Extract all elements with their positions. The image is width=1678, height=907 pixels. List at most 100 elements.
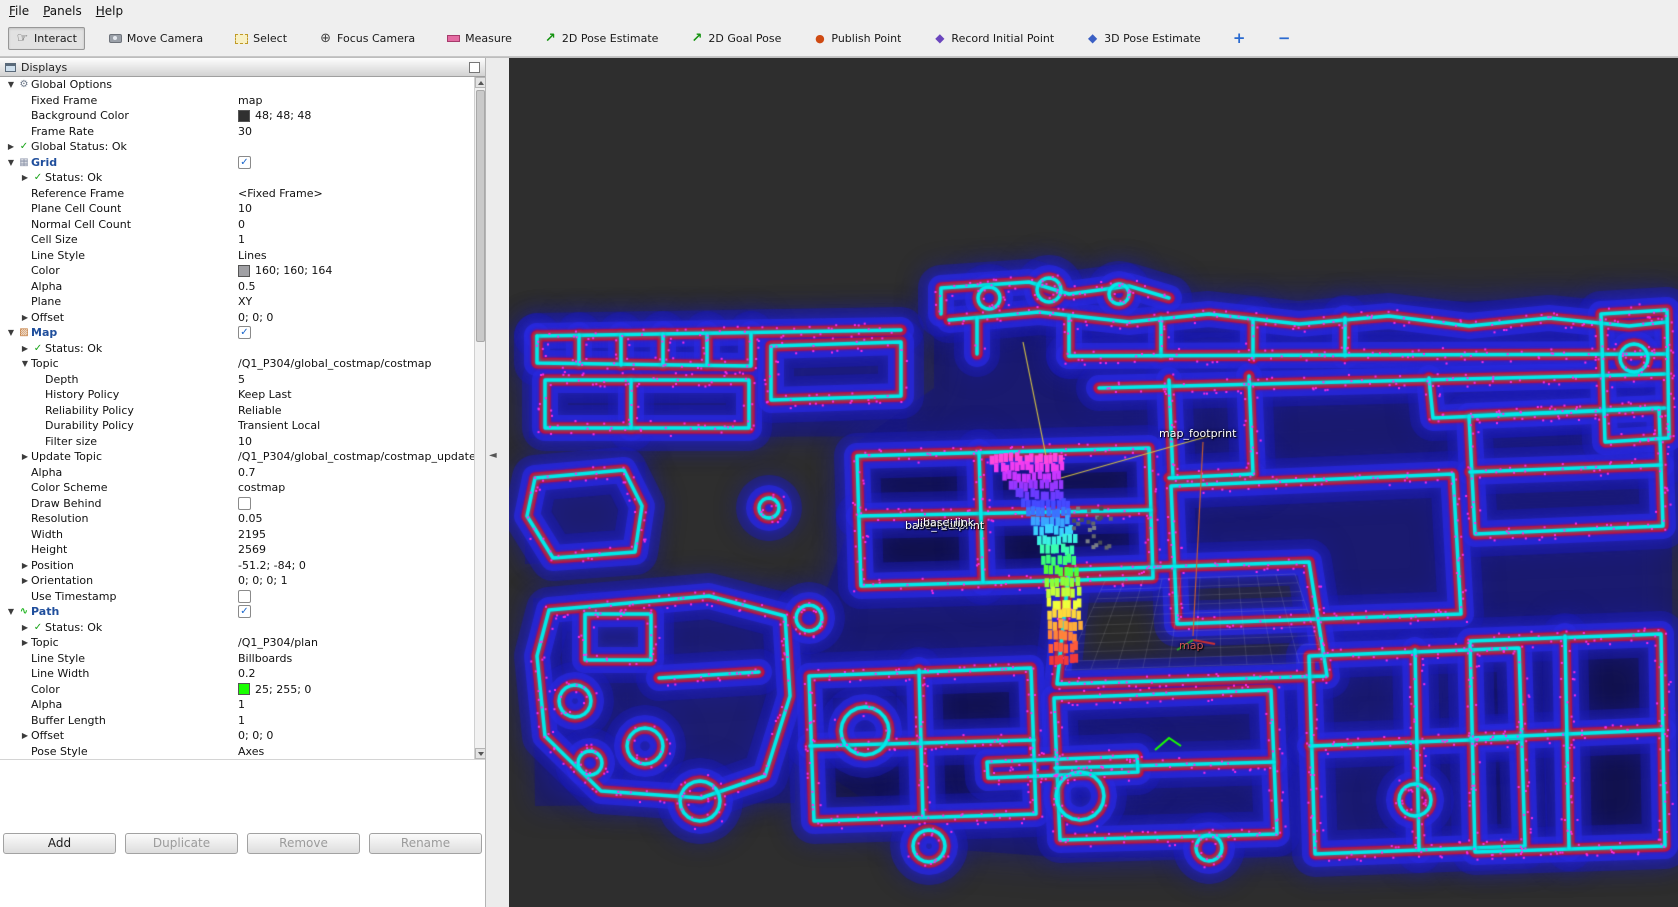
displays-panel-titlebar[interactable]: Displays [0,58,485,77]
tree-row-history-policy[interactable]: History Policy Keep Last [0,387,474,403]
menu-help[interactable]: Help [89,2,130,20]
check-icon: ✓ [19,141,29,153]
panel-splitter[interactable]: ◄ [486,58,509,907]
tree-row-alpha[interactable]: Alpha 0.7 [0,465,474,481]
property-label: Update Topic [31,450,103,464]
tree-row-alpha[interactable]: Alpha 1 [0,697,474,713]
tree-row-alpha[interactable]: Alpha 0.5 [0,279,474,295]
expander-icon[interactable]: ▼ [5,328,17,337]
tree-row-map[interactable]: ▼ ▨ Map ✓ [0,325,474,341]
expander-icon[interactable]: ▼ [5,607,17,616]
splitter-collapse-icon[interactable]: ◄ [489,450,497,461]
tree-row-fixed-frame[interactable]: Fixed Frame map [0,93,474,109]
tool-record-initial-point[interactable]: ◆ Record Initial Point [925,27,1062,50]
tree-row-line-style[interactable]: Line Style Billboards [0,651,474,667]
expander-icon[interactable]: ▼ [19,359,31,368]
expander-icon[interactable]: ▶ [19,344,31,353]
tree-row-reference-frame[interactable]: Reference Frame <Fixed Frame> [0,186,474,202]
expander-icon[interactable]: ▼ [5,80,17,89]
tree-row-cell-size[interactable]: Cell Size 1 [0,232,474,248]
tool-interact[interactable]: ☞ Interact [8,27,85,50]
expander-icon[interactable]: ▶ [19,173,31,182]
property-value: 1 [238,233,245,247]
tool-3d-pose-estimate[interactable]: ◆ 3D Pose Estimate [1078,27,1209,50]
tree-row-plane-cell-count[interactable]: Plane Cell Count 10 [0,201,474,217]
property-value: 0; 0; 0 [238,729,274,743]
tree-row-height[interactable]: Height 2569 [0,542,474,558]
tree-row-depth[interactable]: Depth 5 [0,372,474,388]
scrollbar-up-button[interactable] [475,77,485,88]
tree-row-line-style[interactable]: Line Style Lines [0,248,474,264]
tool-2d-goal-pose[interactable]: ↗ 2D Goal Pose [682,27,789,50]
tree-row-orientation[interactable]: ▶ Orientation 0; 0; 0; 1 [0,573,474,589]
tree-row-normal-cell-count[interactable]: Normal Cell Count 0 [0,217,474,233]
checkbox-checked[interactable]: ✓ [238,605,251,619]
tree-row-pose-style[interactable]: Pose Style Axes [0,744,474,760]
expander-icon[interactable]: ▼ [5,158,17,167]
expander-icon[interactable]: ▶ [19,623,31,632]
property-label: Status: Ok [45,341,103,355]
tree-row-global-status-ok[interactable]: ▶ ✓ Global Status: Ok [0,139,474,155]
tool-[interactable]: + [1225,27,1254,50]
3d-viewport[interactable]: map_footprint base_footprint lidar_link bas… [509,58,1678,907]
tree-row-draw-behind[interactable]: Draw Behind [0,496,474,512]
tree-row-position[interactable]: ▶ Position -51.2; -84; 0 [0,558,474,574]
tree-row-offset[interactable]: ▶ Offset 0; 0; 0 [0,728,474,744]
tree-row-background-color[interactable]: Background Color 48; 48; 48 [0,108,474,124]
menu-panels[interactable]: Panels [36,2,89,20]
tree-row-resolution[interactable]: Resolution 0.05 [0,511,474,527]
color-swatch[interactable] [238,264,250,277]
tree-row-global-options[interactable]: ▼ ⚙ Global Options [0,77,474,93]
color-swatch[interactable] [238,109,250,122]
tree-row-status-ok[interactable]: ▶ ✓ Status: Ok [0,620,474,636]
tree-row-color[interactable]: Color 160; 160; 164 [0,263,474,279]
tree-row-plane[interactable]: Plane XY [0,294,474,310]
checkbox-unchecked[interactable] [238,496,251,510]
tree-row-status-ok[interactable]: ▶ ✓ Status: Ok [0,170,474,186]
tree-scrollbar[interactable] [474,77,485,759]
add-button[interactable]: Add [3,833,116,854]
menu-file[interactable]: File [2,2,36,20]
tree-row-color[interactable]: Color 25; 255; 0 [0,682,474,698]
tree-row-path[interactable]: ▼ ∿ Path ✓ [0,604,474,620]
color-swatch[interactable] [238,683,250,696]
scrollbar-thumb[interactable] [476,90,485,342]
expander-icon[interactable]: ▶ [19,576,31,585]
scrollbar-down-button[interactable] [475,748,485,759]
tool-2d-pose-estimate[interactable]: ↗ 2D Pose Estimate [536,27,667,50]
tool-publish-point[interactable]: ● Publish Point [805,27,909,50]
tool-measure[interactable]: Measure [439,27,520,50]
tree-row-use-timestamp[interactable]: Use Timestamp [0,589,474,605]
expander-icon[interactable]: ▶ [19,452,31,461]
tool-move-camera[interactable]: Move Camera [101,27,211,50]
panel-float-button[interactable] [469,61,480,73]
tree-row-topic[interactable]: ▼ Topic/Q1_P304/global_costmap/costmap [0,356,474,372]
checkbox-unchecked[interactable] [238,589,251,603]
tool-[interactable]: − [1270,27,1299,50]
tool-select[interactable]: Select [227,27,295,50]
expander-icon[interactable]: ▶ [19,731,31,740]
displays-tree: ▼ ⚙ Global Options Fixed Frame map Background… [0,77,474,759]
property-label: Color [31,264,60,278]
expander-icon[interactable]: ▶ [5,142,17,151]
tool-focus-camera[interactable]: ⊕ Focus Camera [311,27,423,50]
expander-icon[interactable]: ▶ [19,313,31,322]
tree-row-status-ok[interactable]: ▶ ✓ Status: Ok [0,341,474,357]
expander-icon[interactable]: ▶ [19,561,31,570]
tree-row-color-scheme[interactable]: Color Scheme costmap [0,480,474,496]
checkbox-checked[interactable]: ✓ [238,326,251,340]
tree-row-frame-rate[interactable]: Frame Rate 30 [0,124,474,140]
tree-row-durability-policy[interactable]: Durability Policy Transient Local [0,418,474,434]
checkbox-checked[interactable]: ✓ [238,155,251,169]
tree-row-width[interactable]: Width 2195 [0,527,474,543]
tree-row-reliability-policy[interactable]: Reliability Policy Reliable [0,403,474,419]
expander-icon[interactable]: ▶ [19,638,31,647]
tree-row-offset[interactable]: ▶ Offset 0; 0; 0 [0,310,474,326]
tree-row-grid[interactable]: ▼ ▦ Grid ✓ [0,155,474,171]
tree-row-topic[interactable]: ▶ Topic/Q1_P304/plan [0,635,474,651]
tree-row-line-width[interactable]: Line Width 0.2 [0,666,474,682]
tree-row-buffer-length[interactable]: Buffer Length 1 [0,713,474,729]
tree-row-filter-size[interactable]: Filter size 10 [0,434,474,450]
property-value: Lines [238,248,267,262]
tree-row-update-topic[interactable]: ▶ Update Topic/Q1_P304/global_costmap/cos… [0,449,474,465]
